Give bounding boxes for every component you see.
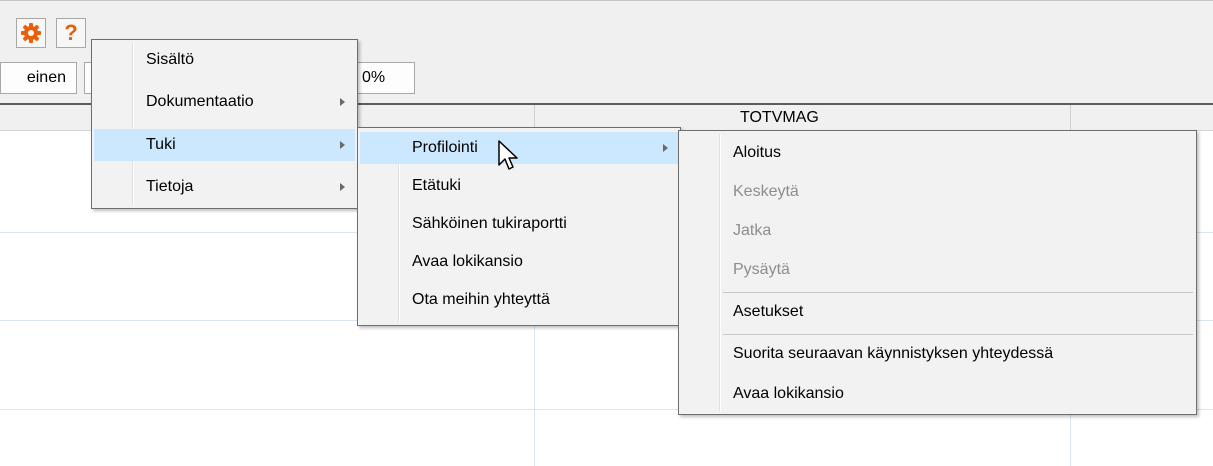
menu-item-label: Avaa lokikansio bbox=[412, 253, 523, 270]
help-icon: ? bbox=[64, 20, 78, 45]
submenu-arrow-icon bbox=[340, 141, 345, 149]
menu-item-pysayta: Pysäytä bbox=[681, 254, 1194, 286]
column-separator[interactable] bbox=[1070, 105, 1071, 131]
menu-item-dokumentaatio[interactable]: Dokumentaatio bbox=[94, 86, 355, 118]
menu-item-label: Avaa lokikansio bbox=[733, 385, 844, 402]
menu-item-label: Ota meihin yhteyttä bbox=[412, 291, 550, 308]
menu-item-sisalto[interactable]: Sisältö bbox=[94, 44, 355, 76]
menu-item-label: Dokumentaatio bbox=[146, 93, 254, 110]
menu-item-keskeyta: Keskeytä bbox=[681, 176, 1194, 208]
menu-item-label: Etätuki bbox=[412, 177, 461, 194]
menu-item-avaa-lokikansio[interactable]: Avaa lokikansio bbox=[360, 246, 678, 278]
menu-item-jatka: Jatka bbox=[681, 215, 1194, 247]
menu-item-label: Pysäytä bbox=[733, 261, 790, 278]
menu-item-sahkoinen-tukiraportti[interactable]: Sähköinen tukiraportti bbox=[360, 208, 678, 240]
toolbar-button-3[interactable]: 0% bbox=[355, 62, 415, 94]
menu-item-label: Tuki bbox=[146, 136, 176, 153]
menu-item-tuki[interactable]: Tuki bbox=[94, 129, 355, 161]
menu-separator bbox=[723, 334, 1193, 335]
help-button[interactable]: ? bbox=[56, 18, 86, 48]
toolbar-button-1[interactable]: einen bbox=[0, 62, 77, 94]
menu-item-label: Jatka bbox=[733, 222, 772, 239]
menu-item-aloitus[interactable]: Aloitus bbox=[681, 137, 1194, 169]
menu-item-suorita-seuraavan-kaynnistyksen-yhteydessa[interactable]: Suorita seuraavan käynnistyksen yhteydes… bbox=[681, 338, 1194, 370]
menu-item-label: Asetukset bbox=[733, 303, 804, 320]
menu-item-ota-yhteytta[interactable]: Ota meihin yhteyttä bbox=[360, 284, 678, 316]
menu-item-label: Suorita seuraavan käynnistyksen yhteydes… bbox=[733, 345, 1054, 362]
menu-item-label: Sähköinen tukiraportti bbox=[412, 215, 567, 232]
menu-item-label: Aloitus bbox=[733, 144, 782, 161]
settings-button[interactable] bbox=[16, 18, 46, 48]
column-header-totvmag[interactable]: TOTVMAG bbox=[740, 109, 819, 127]
menu-item-asetukset[interactable]: Asetukset bbox=[681, 296, 1194, 328]
menu-item-label: Sisältö bbox=[146, 51, 195, 68]
mouse-pointer-icon bbox=[498, 140, 518, 170]
menu-item-label: Keskeytä bbox=[733, 183, 799, 200]
menu-separator bbox=[723, 292, 1193, 293]
submenu-arrow-icon bbox=[340, 98, 345, 106]
menu-item-avaa-lokikansio-profiling[interactable]: Avaa lokikansio bbox=[681, 378, 1194, 410]
menu-item-tietoja[interactable]: Tietoja bbox=[94, 171, 355, 203]
submenu-arrow-icon bbox=[663, 144, 668, 152]
gear-icon bbox=[21, 23, 41, 43]
submenu-arrow-icon bbox=[340, 183, 345, 191]
profiling-submenu: Aloitus Keskeytä Jatka Pysäytä Asetukset… bbox=[678, 130, 1197, 415]
help-menu: Sisältö Dokumentaatio Tuki Tietoja bbox=[91, 39, 358, 209]
menu-item-label: Profilointi bbox=[412, 139, 478, 156]
menu-item-label: Tietoja bbox=[146, 178, 194, 195]
